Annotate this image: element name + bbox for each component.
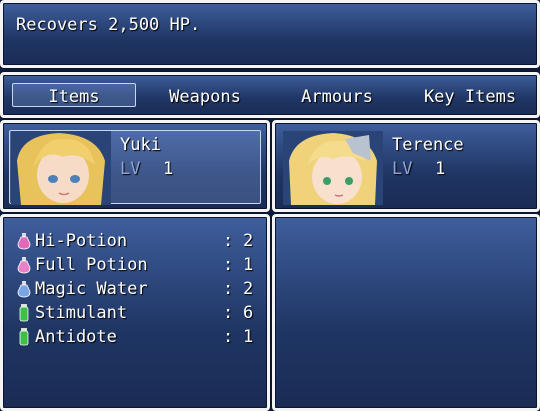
- actor-name: Yuki: [120, 135, 161, 155]
- item-row[interactable]: Hi-Potion : 2: [17, 229, 257, 253]
- level-value: 1: [163, 159, 174, 179]
- item-row[interactable]: Magic Water : 2: [17, 277, 257, 301]
- category-window: Items Weapons Armours Key Items: [0, 72, 540, 118]
- avatar[interactable]: [283, 131, 383, 205]
- item-quantity: 6: [243, 303, 254, 323]
- actor-window-terence: Terence LV 1: [272, 120, 540, 212]
- level-label: LV: [392, 159, 413, 179]
- pink-potion-icon: [17, 256, 31, 274]
- item-quantity: 2: [243, 279, 254, 299]
- actor-window-yuki: Yuki LV 1: [0, 120, 270, 212]
- item-name: Full Potion: [35, 255, 148, 275]
- green-bottle-icon: [17, 328, 31, 346]
- help-text: Recovers 2,500 HP.: [16, 15, 201, 35]
- level-value: 1: [435, 159, 446, 179]
- item-quantity: 1: [243, 327, 254, 347]
- item-name: Antidote: [35, 327, 117, 347]
- tab-key-items[interactable]: Key Items: [408, 85, 532, 109]
- pink-potion-icon: [17, 232, 31, 250]
- tab-weapons[interactable]: Weapons: [143, 85, 267, 109]
- item-list-window: Hi-Potion : 2 Full Potion : 1 Magic Wate…: [0, 214, 270, 411]
- avatar[interactable]: [11, 131, 111, 205]
- item-quantity: 2: [243, 231, 254, 251]
- tab-items[interactable]: Items: [12, 85, 136, 109]
- tab-armours[interactable]: Armours: [275, 85, 399, 109]
- item-separator: :: [223, 327, 234, 347]
- blue-potion-icon: [17, 280, 31, 298]
- empty-window: [272, 214, 540, 411]
- level-label: LV: [120, 159, 141, 179]
- item-row[interactable]: Antidote : 1: [17, 325, 257, 349]
- item-separator: :: [223, 303, 234, 323]
- item-quantity: 1: [243, 255, 254, 275]
- item-row[interactable]: Stimulant : 6: [17, 301, 257, 325]
- help-window: Recovers 2,500 HP.: [0, 0, 540, 68]
- item-separator: :: [223, 255, 234, 275]
- item-separator: :: [223, 279, 234, 299]
- item-separator: :: [223, 231, 234, 251]
- green-bottle-icon: [17, 304, 31, 322]
- item-name: Magic Water: [35, 279, 148, 299]
- item-name: Hi-Potion: [35, 231, 128, 251]
- actor-name: Terence: [392, 135, 464, 155]
- item-row[interactable]: Full Potion : 1: [17, 253, 257, 277]
- item-name: Stimulant: [35, 303, 128, 323]
